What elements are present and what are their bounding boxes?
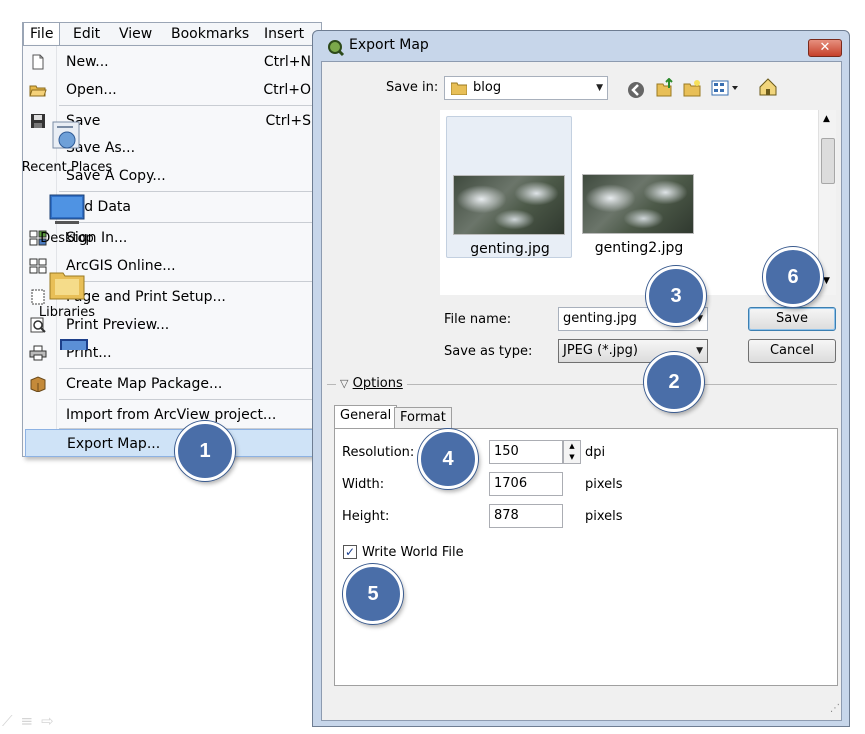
libraries-icon: [49, 272, 85, 300]
printer-icon: [29, 345, 47, 361]
scroll-down-icon[interactable]: ▼: [823, 276, 830, 286]
menu-item-create-map-package[interactable]: Create Map Package...: [23, 370, 321, 398]
place-recent[interactable]: Recent Places: [16, 118, 118, 175]
height-label: Height:: [342, 509, 390, 524]
map-package-icon: [30, 376, 46, 392]
menu-separator: [59, 399, 321, 400]
cancel-button[interactable]: Cancel: [748, 339, 836, 363]
place-label: Libraries: [38, 305, 96, 320]
scroll-up-icon[interactable]: ▲: [823, 114, 830, 124]
recent-places-icon: [52, 121, 80, 149]
menu-view[interactable]: View: [113, 23, 158, 46]
image-thumbnail: [582, 174, 694, 234]
menu-insert[interactable]: Insert: [258, 23, 310, 46]
file-name-label: genting.jpg: [470, 241, 550, 257]
chevron-down-icon: ▽: [340, 377, 349, 390]
qgis-logo-icon: [328, 40, 345, 57]
menu-bar: File Edit View Bookmarks Insert: [22, 22, 322, 46]
place-desktop[interactable]: Desktop: [16, 193, 118, 246]
menu-edit[interactable]: Edit: [67, 23, 106, 46]
save-in-label: Save in:: [386, 80, 439, 95]
save-as-type-label: Save as type:: [444, 344, 533, 359]
options-toggle[interactable]: ▽ Options: [336, 376, 407, 391]
callout-badge-1: 1: [175, 421, 235, 481]
tab-general[interactable]: General: [334, 405, 398, 429]
callout-badge-4: 4: [418, 429, 478, 489]
save-button[interactable]: Save: [748, 307, 836, 331]
computer-icon[interactable]: [58, 338, 92, 350]
image-thumbnail: [453, 175, 565, 235]
width-label: Width:: [342, 477, 385, 492]
new-folder-icon[interactable]: [682, 78, 702, 98]
callout-badge-3: 3: [646, 266, 706, 326]
write-world-file-checkbox[interactable]: ✓: [343, 545, 357, 559]
menu-item-shortcut: Ctrl+S: [265, 113, 311, 129]
file-name-label: genting2.jpg: [594, 240, 684, 256]
stepper-down-icon[interactable]: ▼: [564, 452, 580, 463]
menu-bookmarks[interactable]: Bookmarks: [165, 23, 255, 46]
file-name-label: File name:: [444, 312, 512, 327]
menu-item-shortcut: Ctrl+O: [263, 82, 311, 98]
chevron-down-icon: ▼: [696, 346, 703, 356]
place-label: Recent Places: [21, 160, 113, 175]
menu-item-label: New...: [66, 54, 109, 70]
resolution-input[interactable]: 150: [489, 440, 563, 464]
menu-item-shortcut: Ctrl+N: [263, 54, 311, 70]
height-input[interactable]: 878: [489, 504, 563, 528]
places-bar: Recent Places Desktop Libraries: [16, 83, 118, 350]
resolution-unit: dpi: [585, 445, 606, 460]
resolution-label: Resolution:: [342, 445, 415, 460]
menu-separator: [59, 368, 321, 369]
write-world-file-label: Write World File: [362, 545, 464, 560]
menu-item-export-map[interactable]: Export Map...: [25, 429, 320, 457]
file-list: genting.jpg genting2.jpg: [440, 110, 820, 295]
height-unit: pixels: [585, 509, 623, 524]
place-label: Desktop: [40, 231, 94, 246]
callout-badge-2: 2: [644, 352, 704, 412]
width-input[interactable]: 1706: [489, 472, 563, 496]
menu-item-label: Import from ArcView project...: [66, 407, 277, 423]
menu-item-new[interactable]: New... Ctrl+N: [23, 48, 321, 76]
save-as-type-value: JPEG (*.jpg): [563, 343, 638, 358]
dialog-titlebar[interactable]: Export Map ✕: [313, 31, 849, 61]
stepper-up-icon[interactable]: ▲: [564, 441, 580, 452]
desktop-icon: [49, 194, 85, 224]
callout-badge-6: 6: [763, 247, 823, 307]
save-in-value: blog: [473, 80, 502, 95]
view-menu-icon[interactable]: [710, 78, 740, 98]
close-button[interactable]: ✕: [808, 39, 842, 57]
file-item-genting2[interactable]: genting2.jpg: [576, 116, 702, 258]
width-unit: pixels: [585, 477, 623, 492]
callout-badge-5: 5: [343, 564, 403, 624]
file-item-genting[interactable]: genting.jpg: [446, 116, 572, 258]
menu-item-import-arcview[interactable]: Import from ArcView project...: [23, 401, 321, 429]
scroll-thumb[interactable]: [821, 138, 835, 184]
place-libraries[interactable]: Libraries: [16, 265, 118, 320]
save-in-combo[interactable]: blog ▼: [444, 76, 608, 100]
menu-item-label: Export Map...: [67, 436, 161, 452]
back-icon[interactable]: [626, 80, 646, 100]
tab-format[interactable]: Format: [394, 407, 452, 429]
file-name-value: genting.jpg: [563, 311, 637, 326]
home-icon[interactable]: [758, 77, 778, 97]
dialog-title: Export Map: [349, 37, 429, 53]
options-label: Options: [352, 376, 403, 391]
chevron-down-icon: ▼: [596, 83, 603, 93]
menu-file[interactable]: File: [23, 23, 61, 46]
slide-nav-icons: ⟋≡⇨: [2, 712, 62, 730]
up-folder-icon[interactable]: [654, 78, 674, 98]
menu-item-label: Create Map Package...: [66, 376, 223, 392]
new-document-icon: [32, 54, 44, 70]
resize-grip-icon[interactable]: ⋰: [830, 704, 842, 716]
folder-icon: [451, 82, 467, 95]
resolution-stepper[interactable]: ▲ ▼: [563, 440, 581, 464]
